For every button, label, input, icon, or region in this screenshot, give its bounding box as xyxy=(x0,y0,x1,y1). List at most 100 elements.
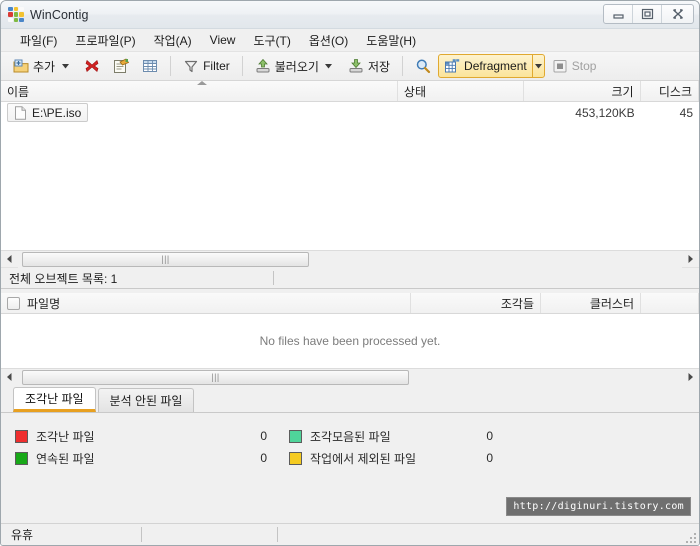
defragment-button[interactable]: Defragment xyxy=(439,54,532,78)
save-download-icon xyxy=(348,58,364,74)
file-size: 453,120KB xyxy=(575,105,635,120)
menu-view[interactable]: View xyxy=(201,31,245,49)
file-list-rows: E:\PE.iso 453,120KB 45 xyxy=(1,102,699,250)
add-button-label: 추가 xyxy=(33,59,56,74)
menu-file[interactable]: 파일(F) xyxy=(11,30,66,51)
legend-defragmented-label: 조각모음된 파일 xyxy=(310,429,391,444)
scroll-left-arrow-icon[interactable] xyxy=(1,369,18,386)
result-list-panel: 파일명 조각들 클러스터 No files have been processe… xyxy=(1,293,699,386)
magnifier-search-icon xyxy=(415,58,431,74)
status-state: 유휴 xyxy=(11,528,34,542)
legend-fragmented-swatch-icon xyxy=(15,429,28,443)
file-list-panel: 이름 상태 크기 디스크 E:\PE.iso 453,120KB 45 ||| xyxy=(1,81,699,268)
legend-excluded: 작업에서 제외된 파일 xyxy=(267,450,467,467)
toolbar: 추가 Filter 불러오기 저장 Defragment Stop xyxy=(1,51,699,81)
save-button[interactable]: 저장 xyxy=(342,54,396,78)
filter-funnel-icon xyxy=(183,58,199,74)
defragment-split-button[interactable]: Defragment xyxy=(438,54,545,78)
legend-row-2: 연속된 파일 0 작업에서 제외된 파일 0 xyxy=(1,447,699,469)
result-list-scroll-thumb[interactable]: ||| xyxy=(22,369,409,385)
file-list-scroll-thumb[interactable]: ||| xyxy=(22,251,309,267)
sort-ascending-icon xyxy=(197,81,207,85)
load-button[interactable]: 불러오기 xyxy=(249,54,341,78)
toolbar-separator-3 xyxy=(402,56,404,76)
menu-profile[interactable]: 프로파일(P) xyxy=(66,30,144,51)
column-filename-label: 파일명 xyxy=(27,296,61,311)
chevron-down-icon[interactable] xyxy=(59,55,71,77)
chevron-down-icon[interactable] xyxy=(323,55,335,77)
legend-excluded-label: 작업에서 제외된 파일 xyxy=(310,451,417,466)
column-fragments[interactable]: 조각들 xyxy=(411,293,541,313)
filter-button[interactable]: Filter xyxy=(177,54,236,78)
resize-grip-icon[interactable] xyxy=(683,530,696,543)
file-list-hscrollbar[interactable]: ||| xyxy=(1,250,699,268)
column-clusters[interactable]: 클러스터 xyxy=(541,293,641,313)
menu-tools[interactable]: 도구(T) xyxy=(244,30,299,51)
legend-contiguous-value: 0 xyxy=(260,451,267,465)
scroll-left-arrow-icon[interactable] xyxy=(1,251,18,268)
remove-button[interactable] xyxy=(78,54,106,78)
load-button-label: 불러오기 xyxy=(274,59,319,74)
empty-state-message: No files have been processed yet. xyxy=(1,314,699,368)
grid-view-button[interactable] xyxy=(136,54,164,78)
total-objects-label: 전체 오브젝트 목록: 1 xyxy=(9,271,118,286)
column-size[interactable]: 크기 xyxy=(524,81,641,101)
menu-bar: 파일(F) 프로파일(P) 작업(A) View 도구(T) 옵션(O) 도움말… xyxy=(1,29,699,51)
file-list-scroll-track[interactable]: ||| xyxy=(18,250,682,268)
wincontig-grid-icon xyxy=(8,6,24,23)
status-bar: 유휴 xyxy=(1,523,699,545)
minimize-button[interactable] xyxy=(604,5,633,23)
status-divider-1 xyxy=(141,527,142,542)
add-button[interactable]: 추가 xyxy=(7,54,77,78)
result-list-scroll-track[interactable]: ||| xyxy=(18,368,682,386)
properties-note-icon xyxy=(113,58,130,74)
load-upload-icon xyxy=(255,58,271,74)
defragment-button-label: Defragment xyxy=(464,59,527,73)
table-row[interactable]: E:\PE.iso 453,120KB 45 xyxy=(1,102,699,123)
file-row-selection[interactable]: E:\PE.iso xyxy=(7,103,89,122)
scroll-grip-icon: ||| xyxy=(161,253,170,264)
stop-button[interactable]: Stop xyxy=(546,54,603,78)
defragment-grid-icon xyxy=(444,58,460,74)
scroll-right-arrow-icon[interactable] xyxy=(682,251,699,268)
legend-fragmented: 조각난 파일 xyxy=(1,428,241,445)
analyze-button[interactable] xyxy=(409,54,437,78)
legend-panel: 조각난 파일 0 조각모음된 파일 0 연속된 파일 0 작업에서 제외된 파일… xyxy=(1,413,699,523)
file-disk: 45 xyxy=(679,105,693,120)
title-bar: WinContig xyxy=(1,1,699,29)
file-list-header: 이름 상태 크기 디스크 xyxy=(1,81,699,102)
column-filler[interactable] xyxy=(641,293,699,313)
object-count-strip: 전체 오브젝트 목록: 1 xyxy=(1,267,699,289)
status-divider-2 xyxy=(277,527,278,542)
scroll-right-arrow-icon[interactable] xyxy=(682,369,699,386)
filter-button-label: Filter xyxy=(203,59,230,73)
legend-contiguous: 연속된 파일 xyxy=(1,450,241,467)
close-button[interactable] xyxy=(662,5,693,23)
add-folder-icon xyxy=(13,58,29,74)
tab-fragmented-files[interactable]: 조각난 파일 xyxy=(13,387,96,412)
result-list-hscrollbar[interactable]: ||| xyxy=(1,368,699,386)
column-disk[interactable]: 디스크 xyxy=(641,81,699,101)
menu-options[interactable]: 옵션(O) xyxy=(300,30,357,51)
maximize-button[interactable] xyxy=(633,5,662,23)
select-all-checkbox[interactable] xyxy=(7,296,20,310)
column-filename[interactable]: 파일명 xyxy=(1,293,411,313)
strip-divider xyxy=(273,271,274,285)
menu-task[interactable]: 작업(A) xyxy=(145,30,201,51)
wincontig-window: WinContig 파일(F) 프로파일(P) 작업(A) View 도구(T)… xyxy=(0,0,700,546)
result-tabs: 조각난 파일 분석 안된 파일 xyxy=(1,385,699,413)
file-name: E:\PE.iso xyxy=(32,105,82,120)
legend-excluded-value: 0 xyxy=(486,451,493,465)
legend-defragmented: 조각모음된 파일 xyxy=(267,428,467,445)
properties-button[interactable] xyxy=(107,54,135,78)
delete-x-icon xyxy=(84,58,100,74)
column-status[interactable]: 상태 xyxy=(398,81,525,101)
menu-help[interactable]: 도움말(H) xyxy=(357,30,425,51)
legend-contiguous-swatch-icon xyxy=(15,451,28,465)
toolbar-separator-1 xyxy=(170,56,172,76)
tab-unanalyzed-files[interactable]: 분석 안된 파일 xyxy=(97,388,195,412)
legend-fragmented-value: 0 xyxy=(260,429,267,443)
chevron-down-icon[interactable] xyxy=(531,55,544,77)
legend-excluded-swatch-icon xyxy=(289,451,302,465)
window-title: WinContig xyxy=(30,7,89,22)
